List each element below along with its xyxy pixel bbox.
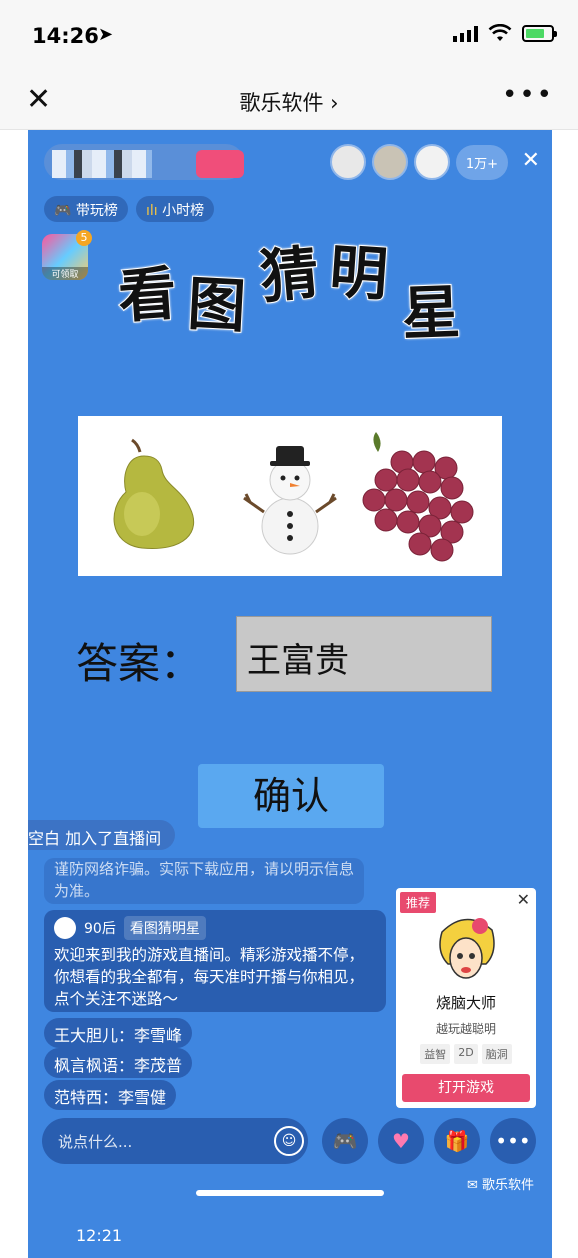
answer-input[interactable]: 王富贵 — [236, 616, 492, 692]
quiz-emojis — [113, 432, 474, 562]
gamepad-icon[interactable]: 🎮 — [322, 1118, 368, 1164]
avatar[interactable] — [371, 144, 408, 180]
status-bar: 14:26 ➤ — [0, 0, 578, 70]
snowman-icon — [243, 446, 337, 555]
viewer-count[interactable]: 1万+ — [455, 144, 508, 180]
battery-icon — [522, 24, 557, 42]
quiz-image — [78, 416, 502, 576]
avatar[interactable] — [54, 917, 76, 939]
live-stream: 1万+ ✕ 🎮 带玩榜 ılı 小时榜 5 可领取 看 图 猜 明 星 答案： … — [28, 130, 552, 1258]
user-level: 90后 — [84, 921, 116, 937]
more-icon[interactable]: ••• — [502, 80, 554, 110]
location-icon: ➤ — [98, 24, 114, 45]
title-char: 看 — [115, 258, 180, 332]
avatar[interactable] — [329, 144, 366, 180]
safety-notice: 谨防网络诈骗。实际下载应用，请以明示信息为准。 — [44, 858, 364, 904]
follow-button[interactable] — [196, 150, 244, 178]
game-tag: 看图猜明星 — [123, 916, 206, 940]
grapes-icon — [362, 432, 474, 562]
answer-label: 答案： — [76, 639, 203, 688]
game-ad-card[interactable]: 推荐 ✕ 烧脑大师 越玩越聪明 益智 2D 脑洞 打开游戏 — [396, 888, 536, 1108]
wifi-icon — [488, 24, 512, 41]
close-icon[interactable]: ✕ — [522, 148, 540, 173]
title-char: 星 — [400, 277, 462, 349]
emoji-icon[interactable]: ☺ — [274, 1126, 304, 1156]
rank-pill-play[interactable]: 🎮 带玩榜 — [44, 196, 128, 222]
join-notice: 空白 加入了直播间 — [28, 820, 176, 850]
host-message: 欢迎来到我的游戏直播间。精彩游戏播不停，你想看的我全都有，每天准时开播与你相见，… — [54, 946, 365, 1008]
game-tags: 益智 2D 脑洞 — [396, 1044, 536, 1064]
status-time: 14:26 — [32, 24, 99, 48]
title-char: 猜 — [257, 238, 323, 313]
signal-icon — [453, 24, 478, 42]
game-tag: 益智 — [420, 1044, 451, 1064]
close-icon[interactable]: ✕ — [517, 890, 530, 909]
nested-status-time: 12:21 — [76, 1226, 123, 1245]
pixelated-streamer-name — [52, 150, 152, 178]
game-logo-icon — [439, 918, 495, 979]
title-char: 图 — [185, 269, 248, 342]
reward-badge[interactable]: 5 可领取 — [42, 230, 92, 280]
chat-comment: 范特西：李雪健 — [44, 1080, 177, 1110]
status-icons — [453, 24, 557, 42]
bar-chart-icon: ılı — [146, 203, 158, 219]
gift-icon[interactable]: 🎁 — [434, 1118, 480, 1164]
rank-pill-hour[interactable]: ılı 小时榜 — [136, 196, 215, 222]
game-title: 看 图 猜 明 星 — [115, 226, 478, 349]
viewer-avatars: 1万+ — [329, 144, 508, 180]
nav-bar: ✕ 歌乐软件 › ••• — [0, 70, 578, 130]
gamepad-icon: 🎮 — [54, 203, 72, 219]
badge-label: 可领取 — [42, 267, 88, 280]
wechat-icon: ✉ — [466, 1178, 478, 1193]
avatar[interactable] — [413, 144, 450, 180]
open-game-button[interactable]: 打开游戏 — [402, 1074, 530, 1102]
heart-icon[interactable]: ♥ — [378, 1118, 424, 1164]
watermark: ✉ 歌乐软件 — [466, 1178, 534, 1193]
comment-input[interactable]: 说点什么... — [42, 1118, 308, 1164]
recommend-badge: 推荐 — [400, 892, 437, 913]
game-name: 烧脑大师 — [435, 994, 496, 1012]
chat-comment: 王大胆儿：李雪峰 — [44, 1018, 193, 1048]
host-message-card: 90后 看图猜明星 欢迎来到我的游戏直播间。精彩游戏播不停，你想看的我全都有，每… — [44, 910, 386, 1012]
nav-title[interactable]: 歌乐软件 › — [0, 87, 578, 117]
badge-count: 5 — [76, 230, 92, 246]
home-indicator[interactable] — [196, 1190, 384, 1196]
chat-comment: 枫言枫语：李茂普 — [44, 1048, 193, 1078]
more-icon[interactable]: ••• — [490, 1118, 536, 1164]
pear-icon — [113, 438, 195, 549]
game-tag: 2D — [454, 1044, 478, 1064]
bottom-toolbar: 说点什么... ☺ 🎮 ♥ 🎁 ••• — [42, 1118, 542, 1166]
title-char: 明 — [326, 236, 391, 310]
game-slogan: 越玩越聪明 — [435, 1022, 496, 1036]
game-tag: 脑洞 — [481, 1044, 512, 1064]
confirm-button[interactable]: 确认 — [198, 764, 384, 828]
